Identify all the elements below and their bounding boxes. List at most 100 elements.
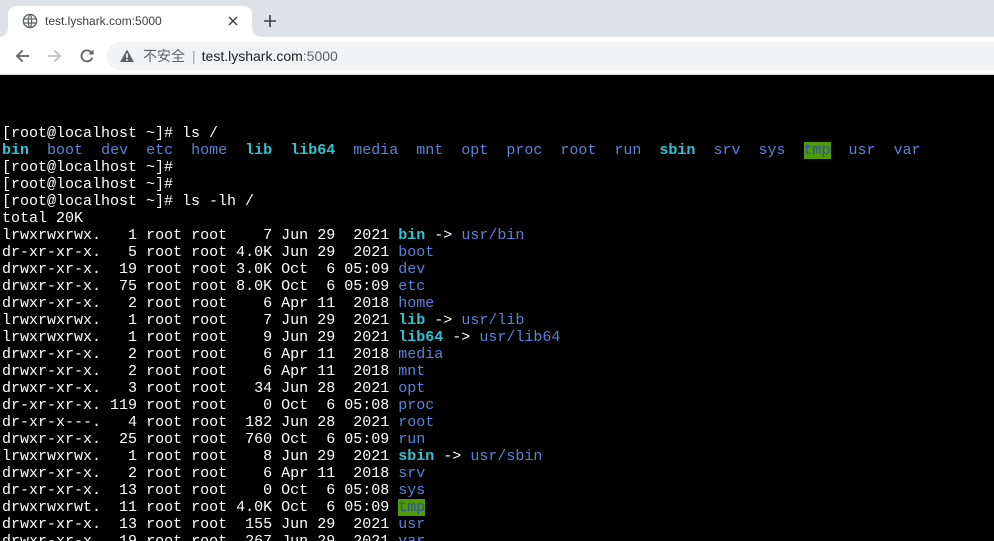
group: root bbox=[191, 516, 228, 533]
new-tab-button[interactable] bbox=[258, 9, 282, 33]
url-host: test.lyshark.com bbox=[201, 48, 303, 64]
permissions: lrwxrwxrwx. bbox=[2, 312, 102, 329]
terminal-line: dr-xr-xr-x. 13 root root 0 Oct 6 05:08 s… bbox=[2, 482, 994, 499]
modified-day: 29 bbox=[317, 533, 335, 541]
modified-month: Apr bbox=[281, 346, 309, 363]
file-size: 8 bbox=[263, 448, 273, 465]
terminal-line: lrwxrwxrwx. 1 root root 8 Jun 29 2021 sb… bbox=[2, 448, 994, 465]
file-name: tmp bbox=[803, 142, 831, 159]
permissions: lrwxrwxrwx. bbox=[2, 227, 102, 244]
modified-day: 29 bbox=[317, 329, 336, 346]
modified-day: 6 bbox=[326, 278, 336, 295]
permissions: dr-xr-xr-x. bbox=[2, 397, 102, 414]
terminal-line: drwxr-xr-x. 3 root root 34 Jun 28 2021 o… bbox=[2, 380, 994, 397]
terminal-line: drwxr-xr-x. 2 root root 6 Apr 11 2018 me… bbox=[2, 346, 994, 363]
modified-time: 2018 bbox=[353, 465, 390, 482]
file-name: var bbox=[893, 142, 921, 159]
permissions: drwxr-xr-x. bbox=[2, 278, 102, 295]
owner: root bbox=[146, 465, 183, 482]
file-size: 7 bbox=[263, 227, 273, 244]
permissions: drwxr-xr-x. bbox=[2, 295, 102, 312]
modified-day: 6 bbox=[326, 397, 336, 414]
permissions: drwxr-xr-x. bbox=[2, 380, 102, 397]
symlink-arrow: -> bbox=[434, 227, 453, 244]
link-count: 25 bbox=[119, 431, 138, 448]
arrow-right-icon bbox=[48, 49, 62, 63]
terminal-line: drwxr-xr-x. 2 root root 6 Apr 11 2018 ho… bbox=[2, 295, 994, 312]
group: root bbox=[191, 278, 228, 295]
file-name: srv bbox=[713, 142, 741, 159]
file-name: opt bbox=[398, 380, 426, 397]
file-size: 7 bbox=[263, 312, 273, 329]
globe-icon bbox=[22, 13, 38, 29]
file-size: 182 bbox=[245, 414, 273, 431]
file-size: 760 bbox=[245, 431, 273, 448]
owner: root bbox=[146, 295, 183, 312]
link-count: 119 bbox=[110, 397, 138, 414]
permissions: drwxrwxrwt. bbox=[2, 499, 102, 516]
tab-close-button[interactable] bbox=[225, 13, 241, 29]
file-name: boot bbox=[47, 142, 84, 159]
link-count: 5 bbox=[128, 244, 138, 261]
file-size: 34 bbox=[254, 380, 273, 397]
owner: root bbox=[146, 482, 183, 499]
modified-day: 11 bbox=[317, 295, 336, 312]
group: root bbox=[191, 380, 228, 397]
modified-time: 2018 bbox=[353, 295, 390, 312]
owner: root bbox=[146, 329, 183, 346]
terminal-line: drwxr-xr-x. 75 root root 8.0K Oct 6 05:0… bbox=[2, 278, 994, 295]
modified-time: 2021 bbox=[353, 312, 390, 329]
file-name: sbin bbox=[398, 448, 435, 465]
file-name: root bbox=[560, 142, 597, 159]
terminal-line: drwxr-xr-x. 2 root root 6 Apr 11 2018 mn… bbox=[2, 363, 994, 380]
file-size: 6 bbox=[263, 346, 273, 363]
terminal-line: drwxrwxrwt. 11 root root 4.0K Oct 6 05:0… bbox=[2, 499, 994, 516]
file-size: 8.0K bbox=[236, 278, 273, 295]
address-bar[interactable]: 不安全 | test.lyshark.com:5000 bbox=[106, 42, 994, 70]
modified-time: 2018 bbox=[353, 346, 390, 363]
group: root bbox=[191, 465, 228, 482]
group: root bbox=[191, 329, 228, 346]
modified-day: 28 bbox=[317, 414, 336, 431]
file-name: home bbox=[191, 142, 228, 159]
symlink-arrow: -> bbox=[452, 329, 471, 346]
arrow-left-icon bbox=[15, 49, 29, 63]
modified-day: 11 bbox=[317, 346, 336, 363]
back-button[interactable] bbox=[10, 44, 34, 68]
forward-button[interactable] bbox=[43, 44, 67, 68]
reload-button[interactable] bbox=[75, 44, 99, 68]
permissions: drwxr-xr-x. bbox=[2, 465, 102, 482]
link-count: 75 bbox=[119, 278, 138, 295]
modified-time: 05:09 bbox=[344, 431, 390, 448]
file-size: 267 bbox=[245, 533, 272, 541]
owner: root bbox=[146, 448, 183, 465]
tab-strip: test.lyshark.com:5000 bbox=[0, 0, 994, 37]
security-label: 不安全 bbox=[143, 48, 185, 64]
permissions: drwxr-xr-x. bbox=[2, 261, 102, 278]
tab-active[interactable]: test.lyshark.com:5000 bbox=[0, 6, 260, 37]
shell-prompt: [root@localhost ~]# bbox=[2, 159, 174, 176]
group: root bbox=[191, 533, 227, 541]
terminal-line: dr-xr-xr-x. 119 root root 0 Oct 6 05:08 … bbox=[2, 397, 994, 414]
file-size: 0 bbox=[263, 397, 273, 414]
reload-icon bbox=[80, 49, 94, 63]
modified-day: 6 bbox=[326, 261, 336, 278]
shell-prompt: [root@localhost ~]# bbox=[2, 193, 174, 210]
symlink-arrow: -> bbox=[443, 448, 462, 465]
file-name: bin bbox=[2, 142, 30, 159]
tab-title: test.lyshark.com:5000 bbox=[45, 14, 162, 28]
terminal[interactable]: [root@localhost ~]# ls / bin boot dev etc… bbox=[0, 75, 994, 541]
site-info-chip[interactable]: 不安全 bbox=[119, 46, 185, 66]
modified-day: 29 bbox=[317, 244, 336, 261]
link-count: 13 bbox=[119, 516, 138, 533]
modified-month: Oct bbox=[281, 431, 309, 448]
modified-month: Jun bbox=[281, 414, 309, 431]
group: root bbox=[191, 448, 228, 465]
modified-month: Jun bbox=[281, 380, 309, 397]
permissions: drwxr-xr-x. bbox=[2, 363, 102, 380]
file-size: 6 bbox=[263, 363, 273, 380]
output-text: total 20K bbox=[2, 210, 84, 227]
file-name: lib bbox=[398, 312, 426, 329]
file-name: lib64 bbox=[398, 329, 444, 346]
symlink-target: usr/sbin bbox=[470, 448, 543, 465]
